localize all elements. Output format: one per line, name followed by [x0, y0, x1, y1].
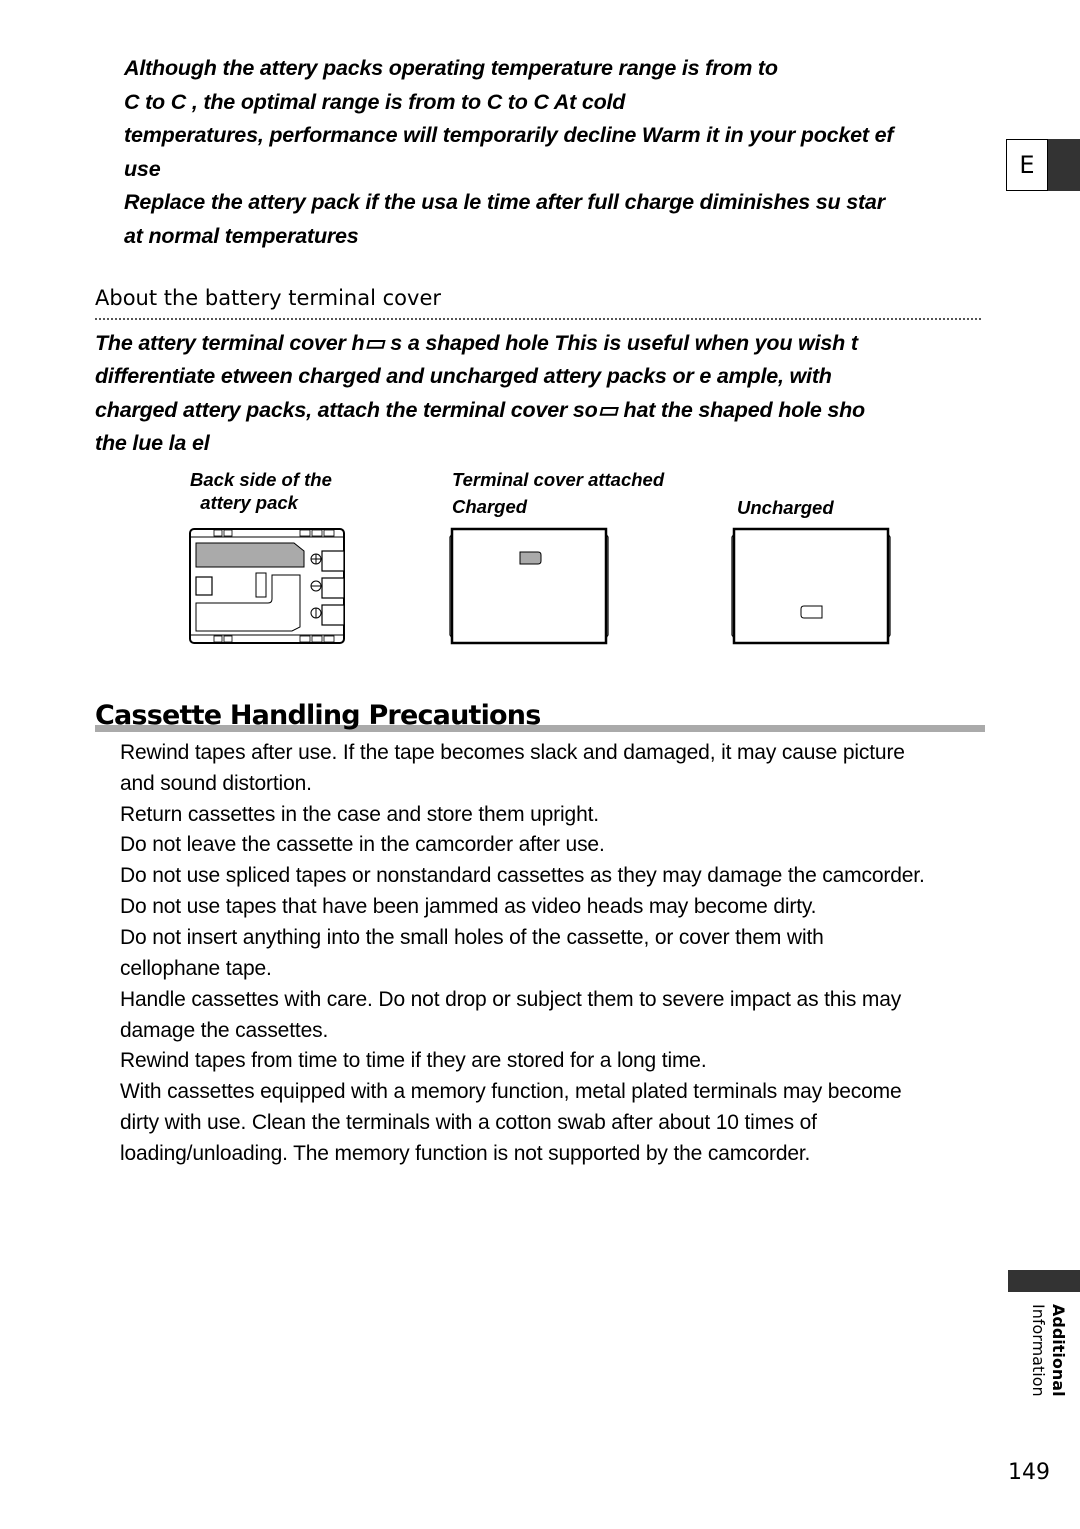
list-line: dirty with use. Clean the terminals with…	[120, 1111, 817, 1134]
list-line: Do not insert anything into the small ho…	[120, 926, 824, 949]
text-line: Although the attery packs operating temp…	[124, 56, 778, 80]
text-line: at normal temperatures	[124, 224, 359, 248]
page-number: 149	[1008, 1460, 1050, 1485]
uncharged-label: Uncharged	[737, 497, 834, 518]
list-line: Do not leave the cassette in the camcord…	[120, 833, 605, 856]
language-tab: E	[1006, 139, 1048, 191]
section-label-line2: Information	[1029, 1304, 1048, 1397]
language-tab-marker	[1048, 139, 1080, 191]
charged-label: Charged	[452, 496, 528, 517]
terminal-attached-label: Terminal cover attached	[452, 469, 665, 490]
text-line: Replace the attery pack if the usa le ti…	[124, 190, 885, 214]
back-side-label-line2: attery pack	[190, 492, 298, 513]
text-line: differentiate etween charged and uncharg…	[95, 364, 832, 388]
list-line: and sound distortion.	[120, 772, 312, 795]
back-side-label-line1: Back side of the	[190, 469, 332, 490]
list-line: Do not use spliced tapes or nonstandard …	[120, 864, 925, 887]
list-line: Return cassettes in the case and store t…	[120, 803, 599, 826]
text-line: C to C , the optimal range is from to C …	[124, 90, 626, 114]
charged-hole-indicator	[519, 551, 542, 565]
dotted-divider	[95, 318, 981, 320]
terminal-cover-charged-illustration	[449, 527, 609, 645]
list-line: Do not use tapes that have been jammed a…	[120, 895, 817, 918]
list-line: With cassettes equipped with a memory fu…	[120, 1080, 902, 1103]
list-line: cellophane tape.	[120, 957, 272, 980]
text-line: The attery terminal cover h▭ s a shaped …	[95, 331, 858, 355]
section-label-line1: Additional	[1049, 1304, 1068, 1397]
section-tab-label: Additional Information	[1012, 1300, 1068, 1425]
text-line: charged attery packs, attach the termina…	[95, 398, 865, 422]
list-line: loading/unloading. The memory function i…	[120, 1142, 811, 1165]
list-line: Rewind tapes from time to time if they a…	[120, 1049, 707, 1072]
text-line: the lue la el	[95, 431, 210, 455]
battery-back-illustration	[189, 528, 345, 644]
text-line: use	[124, 157, 161, 181]
terminal-cover-heading: About the battery terminal cover	[95, 286, 441, 310]
list-line: Handle cassettes with care. Do not drop …	[120, 988, 902, 1011]
list-line: Rewind tapes after use. If the tape beco…	[120, 741, 905, 764]
section-tab-marker	[1008, 1270, 1080, 1292]
terminal-cover-uncharged-illustration	[731, 527, 891, 645]
list-line: damage the cassettes.	[120, 1019, 329, 1042]
text-line: temperatures, performance will temporari…	[124, 123, 894, 147]
uncharged-hole-indicator	[800, 605, 823, 619]
cassette-heading: Cassette Handling Precautions	[95, 700, 541, 731]
